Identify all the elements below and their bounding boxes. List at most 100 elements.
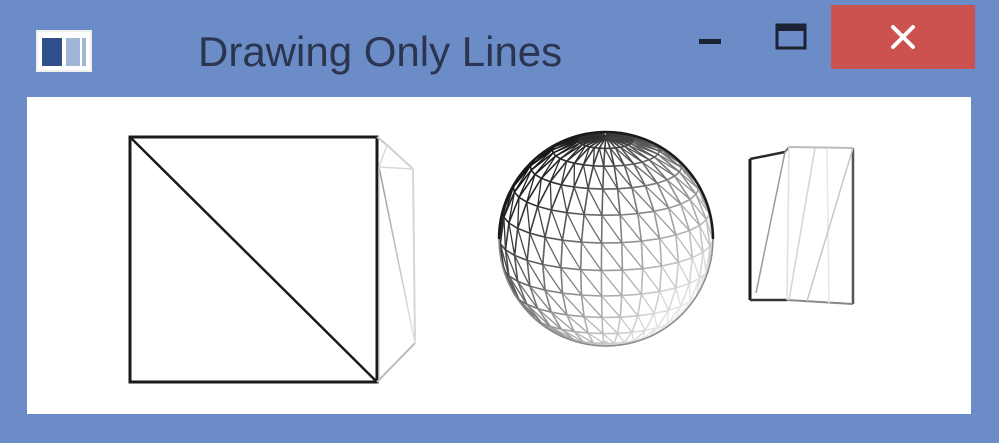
sphere-outline-bottom: [498, 238, 714, 347]
scene-svg: [128, 130, 855, 384]
sphere-edge: [675, 262, 680, 289]
sphere-edge: [702, 252, 708, 273]
sphere-edge: [561, 184, 575, 188]
sphere-edge: [621, 242, 624, 271]
sphere-edge: [540, 158, 561, 179]
sphere-edge: [688, 283, 691, 302]
sphere-edge: [550, 184, 563, 211]
sphere-edge: [617, 186, 632, 190]
sphere-edge: [675, 234, 680, 263]
sphere-edge: [621, 242, 644, 270]
sphere-edge: [542, 237, 546, 265]
minimize-button[interactable]: [676, 5, 746, 69]
sphere-edge: [537, 205, 552, 211]
sphere-edge: [659, 287, 677, 293]
sphere-edge: [621, 240, 642, 244]
sphere-edge: [640, 268, 644, 295]
sphere-edge: [667, 287, 677, 311]
window-app-icon[interactable]: [36, 30, 92, 72]
sphere-edge: [668, 203, 682, 209]
close-icon: [891, 25, 915, 49]
wireframe-sphere: [497, 130, 715, 347]
sphere-edge: [566, 186, 575, 213]
sphere-edge: [598, 148, 605, 167]
app-window: Drawing Only Lines: [0, 0, 999, 443]
wireframe-box: [128, 135, 416, 384]
sphere-edge: [653, 207, 669, 213]
sphere-edge: [621, 293, 642, 297]
sphere-edge: [504, 222, 510, 250]
sphere-edge: [541, 177, 551, 183]
sphere-edge: [560, 157, 567, 162]
sphere-edge: [503, 217, 507, 250]
sphere-edge: [641, 237, 660, 242]
sphere-edge: [583, 188, 589, 215]
sphere-edge: [580, 214, 585, 243]
sphere-edge: [614, 341, 625, 344]
title-bar[interactable]: Drawing Only Lines: [0, 0, 999, 96]
sphere-edge: [602, 166, 605, 190]
sphere-edge: [617, 331, 632, 335]
sphere-edge: [526, 233, 531, 261]
sphere-edge: [675, 229, 690, 236]
sphere-edge: [699, 219, 707, 227]
sphere-edge: [566, 160, 575, 164]
sphere-edge: [529, 206, 539, 234]
maximize-button[interactable]: [756, 5, 826, 69]
sphere-edge: [592, 165, 604, 190]
sphere-edge: [544, 236, 562, 269]
sphere-edge: [637, 315, 646, 331]
sphere-edge: [659, 291, 670, 311]
sphere-edge: [513, 228, 519, 256]
sphere-edge: [675, 287, 682, 307]
sphere-edge: [641, 290, 660, 295]
sphere-edge: [661, 265, 677, 289]
sphere-edge: [659, 234, 677, 240]
sphere-edge: [689, 193, 697, 201]
sphere-edge: [600, 270, 623, 297]
sphere-edge: [658, 265, 663, 292]
sphere-edge: [602, 148, 606, 167]
sphere-edge: [621, 269, 642, 295]
sphere-edge: [691, 251, 704, 259]
sphere-edge: [631, 185, 646, 189]
sphere-edge: [616, 317, 621, 334]
viewport-canvas[interactable]: [27, 97, 971, 414]
sphere-edge: [549, 181, 552, 211]
sphere-edge: [529, 232, 544, 265]
sphere-edge: [581, 294, 602, 297]
close-button[interactable]: [831, 5, 975, 69]
sphere-edge: [653, 313, 658, 328]
sphere-edge: [640, 293, 655, 314]
sphere-edge: [580, 269, 603, 297]
sphere-edge: [613, 333, 619, 344]
sphere-edge: [619, 316, 633, 333]
sphere-edge: [641, 159, 650, 163]
sphere-edge: [583, 164, 594, 167]
sphere-edge: [542, 264, 563, 294]
window-title: Drawing Only Lines: [198, 28, 563, 75]
sphere-edge: [560, 266, 581, 271]
sphere-edge: [644, 313, 655, 331]
sphere-edge: [653, 291, 661, 314]
sphere-edge: [601, 242, 623, 271]
sphere-edge: [633, 161, 643, 165]
sphere-edge: [560, 267, 564, 294]
sphere-edge: [562, 292, 582, 296]
sphere-edge: [574, 186, 589, 190]
sphere-edge: [619, 295, 623, 318]
sphere-edge: [560, 240, 564, 268]
sphere-edge: [584, 315, 603, 319]
sphere-edge: [508, 222, 516, 256]
sphere-edge: [517, 228, 528, 261]
sphere-edge: [601, 317, 619, 334]
sphere-edge: [593, 165, 604, 168]
sphere-edge: [621, 270, 624, 296]
sphere-edge: [677, 262, 690, 284]
sphere-edge: [691, 257, 701, 279]
sphere-edge: [601, 317, 604, 334]
sphere-edge: [601, 214, 623, 244]
sphere-edge: [688, 257, 694, 284]
sphere-edge: [583, 214, 603, 244]
sphere-edge: [680, 198, 691, 205]
